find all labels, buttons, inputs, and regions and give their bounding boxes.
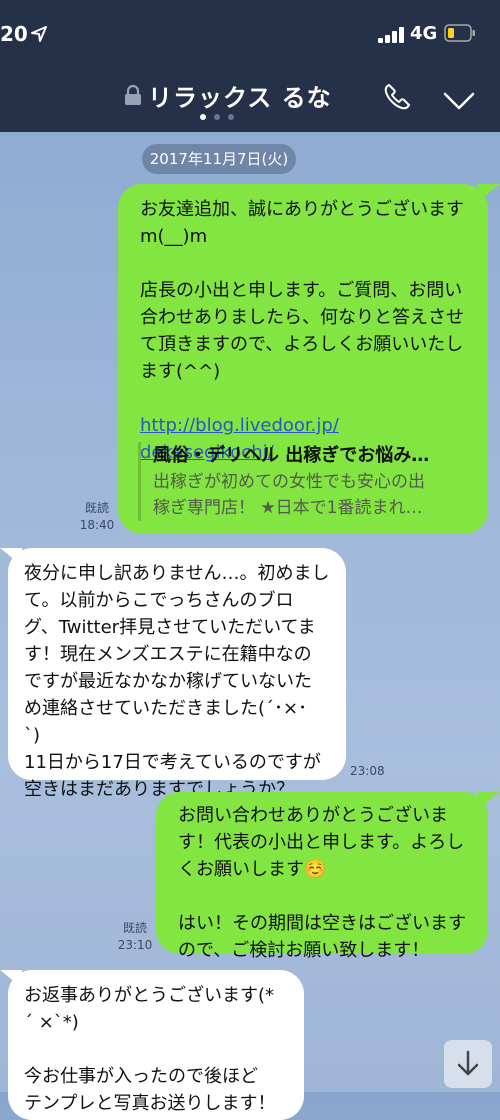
message-text-line: [140, 385, 470, 412]
message-text-line: す！代表の小出と申します。よろし: [178, 832, 465, 853]
message-text-line: お返事ありがとうございます(*: [24, 985, 275, 1006]
message-bubble-sent[interactable]: お問い合わせありがとうございま す！代表の小出と申します。よろし くお願いします…: [156, 792, 488, 961]
message-text-line: お友達追加、誠にありがとうございます: [140, 199, 464, 220]
date-separator: 2017年11月7日(火): [142, 144, 296, 174]
message-text-line: はい！その期間は空きはございます: [178, 913, 466, 934]
message-text-line: 店長の小出と申します。ご質問、お問い: [140, 280, 463, 301]
message-text-line: テンプレと写真お送りします！: [24, 1093, 276, 1114]
message-text-line: め連絡させていただきました(´･×･: [24, 698, 308, 719]
phone-call-icon[interactable]: [382, 82, 412, 112]
message-text-line: て頂きますので、よろしくお願いいたし: [140, 334, 464, 355]
message-bubble-received[interactable]: お返事ありがとうございます(* ´ ×`*) 今お仕事が入ったので後ほど テンプ…: [8, 970, 304, 1120]
message-text-line: くお願いします☺️: [178, 859, 327, 880]
message-text-line: て。以前からこでっちさんのブロ: [24, 590, 294, 611]
location-arrow-icon: [31, 26, 47, 42]
message-text-line: ます(^^): [140, 361, 221, 382]
message-text-line: 夜分に申し訳ありません…。初めまし: [24, 563, 330, 584]
message-time: 23:08: [350, 764, 385, 778]
arrow-down-icon: [457, 1050, 479, 1076]
message-text-line: [178, 883, 478, 910]
message-time: 18:40: [79, 518, 115, 532]
lock-icon: [125, 84, 141, 105]
chat-title: リラックス るな: [148, 84, 332, 112]
bubble-tail: [0, 548, 22, 566]
message-bubble-sent[interactable]: お友達追加、誠にありがとうございます m(__)m 店長の小出と申します。ご質問…: [118, 184, 488, 534]
message-link[interactable]: http://blog.livedoor.jp/: [140, 412, 470, 439]
chat-header: 20 4G リラックス るな: [0, 0, 500, 132]
message-text-line: [140, 250, 470, 277]
link-preview-card[interactable]: 風俗・デリヘル 出稼ぎでお悩み… 出稼ぎが初めての女性でも安心の出 稼ぎ専門店！…: [138, 442, 463, 521]
message-text-line: お問い合わせありがとうございま: [178, 805, 448, 826]
message-meta: 既読 18:40: [76, 500, 118, 534]
message-text-line: ですが最近なかなか稼げていないた: [24, 671, 312, 692]
message-meta: 23:08: [350, 763, 390, 780]
message-meta: 既読 23:10: [114, 920, 156, 954]
read-receipt: 既読: [122, 921, 147, 935]
message-text-line: ´ ×`*): [24, 1012, 79, 1033]
message-time: 23:10: [117, 938, 153, 952]
signal-icon: [378, 27, 406, 43]
message-text-line: 11日から17日で考えているのですが: [24, 752, 321, 773]
network-type: 4G: [410, 23, 438, 44]
bubble-tail: [478, 792, 500, 810]
message-text-line: 今お仕事が入ったので後ほど: [24, 1066, 258, 1087]
message-text-line: グ、Twitter拝見させていただいてま: [24, 617, 316, 638]
scroll-to-bottom-button[interactable]: [444, 1040, 492, 1088]
message-text-line: [24, 1036, 294, 1063]
link-preview-description: 出稼ぎが初めての女性でも安心の出: [153, 472, 425, 492]
message-text-line: ので、ご検討お願い致します！: [178, 940, 430, 961]
chevron-down-icon[interactable]: [442, 90, 476, 112]
bubble-tail: [478, 184, 500, 202]
message-text-line: `): [24, 725, 41, 746]
message-text-line: す！現在メンズエステに在籍中なの: [24, 644, 312, 665]
message-text-line: 合わせありましたら、何なりと答えさせ: [140, 307, 464, 328]
link-preview-description: 稼ぎ専門店！ ★日本で1番読まれ…: [153, 498, 423, 518]
message-bubble-received[interactable]: 夜分に申し訳ありません…。初めまし て。以前からこでっちさんのブロ グ、Twit…: [8, 548, 346, 800]
read-receipt: 既読: [84, 501, 109, 515]
status-time: 20: [0, 22, 28, 46]
link-preview-title: 風俗・デリヘル 出稼ぎでお悩み…: [153, 445, 430, 466]
bubble-tail: [0, 970, 22, 988]
message-text-line: m(__)m: [140, 226, 208, 247]
battery-icon: [444, 24, 475, 42]
